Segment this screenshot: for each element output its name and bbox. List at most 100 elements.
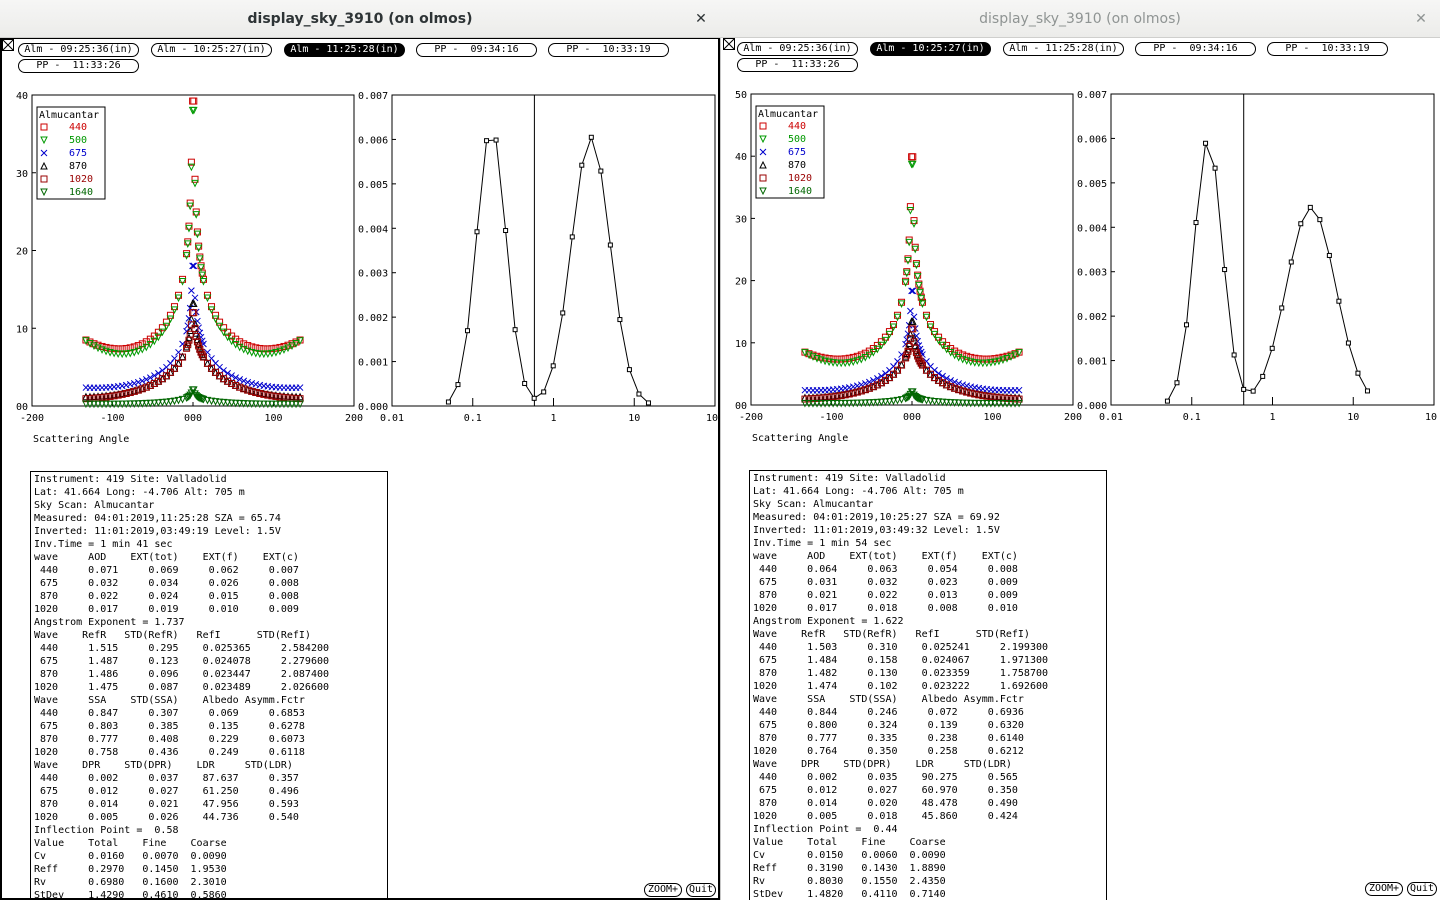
y-tick-label: 0.000: [1077, 401, 1107, 412]
window-title: display_sky_3910 (on olmos): [247, 10, 473, 27]
data-point: [196, 255, 204, 264]
title-bar[interactable]: display_sky_3910 (on olmos) ✕: [720, 0, 1440, 38]
y-tick-label: 0.001: [358, 358, 388, 369]
info-line: Inv.Time = 1 min 54 sec: [753, 538, 892, 549]
zoom-button[interactable]: ZOOM+: [1365, 882, 1403, 896]
info-line: 870 0.777 0.335 0.238 0.6140: [753, 733, 1024, 744]
legend-entry: 1640: [69, 187, 93, 198]
data-point: [897, 300, 906, 309]
series-440: [801, 153, 1023, 363]
data-point: [183, 240, 192, 248]
data-point: [909, 287, 917, 295]
info-line: Inv.Time = 1 min 41 sec: [34, 539, 173, 550]
sky-window-right: display_sky_3910 (on olmos) ✕ Alm - 09:2…: [720, 0, 1440, 900]
x-tick-label: 100: [983, 412, 1001, 423]
data-point: [162, 322, 171, 331]
x-tick-label: 0.01: [380, 413, 404, 424]
info-line: 1020 1.474 0.102 0.023222 1.692600: [753, 681, 1049, 692]
info-line: 440 1.515 0.295 0.025365 2.584200: [34, 643, 330, 654]
data-point: [588, 134, 594, 140]
data-point: [911, 245, 920, 254]
legend-entry: 1640: [788, 186, 812, 197]
data-point: [194, 244, 203, 253]
data-point: [1298, 221, 1304, 227]
info-line: Wave SSA STD(SSA) Albedo Asymm.Fctr: [34, 695, 305, 706]
sky-radiance-plot: 0010203040-200 -100 000 100 200Scattering An…: [16, 91, 718, 445]
data-point: [185, 224, 193, 233]
y-tick-label: 0.000: [358, 402, 388, 413]
client-area: Alm - 09:25:36(in) Alm - 10:25:27(in) Al…: [720, 38, 1440, 900]
data-point: [1015, 386, 1023, 394]
y-tick-label: 20: [735, 277, 747, 288]
data-point: [512, 327, 518, 333]
y-tick-label: 0.003: [1077, 268, 1107, 279]
legend-entry: 500: [69, 135, 87, 146]
window-title: display_sky_3910 (on olmos): [979, 10, 1181, 27]
title-bar[interactable]: display_sky_3910 (on olmos) ✕: [0, 0, 720, 38]
data-point: [191, 294, 199, 302]
info-line: 1020 0.017 0.019 0.010 0.009: [34, 604, 299, 615]
x-tick-label: -200: [20, 413, 44, 424]
x-tick-label: 1: [550, 413, 556, 424]
data-point: [531, 395, 537, 401]
info-line: Cv 0.0150 0.0060 0.0090: [753, 850, 946, 861]
data-point: [1307, 204, 1313, 210]
data-point: [455, 382, 461, 388]
legend-entry: 870: [788, 160, 806, 171]
y-tick-label: 50: [735, 90, 747, 101]
info-line: 1020 0.758 0.436 0.249 0.6118: [34, 747, 305, 758]
data-point: [550, 363, 556, 369]
legend-entry: 440: [69, 122, 87, 133]
info-line: 870 0.014 0.020 48.478 0.490: [753, 798, 1018, 809]
data-point: [189, 262, 196, 270]
info-line: Measured: 04:01:2019,10:25:27 SZA = 69.9…: [753, 512, 1000, 523]
close-icon[interactable]: ✕: [1412, 10, 1430, 28]
data-point: [191, 179, 199, 188]
y-tick-label: 20: [16, 247, 28, 258]
data-point: [1250, 388, 1256, 394]
series-1020: [82, 309, 304, 403]
sky-window-left: display_sky_3910 (on olmos) ✕ Alm - 09:2…: [0, 0, 720, 900]
info-line: Instrument: 419 Site: Valladolid: [753, 473, 946, 484]
info-line: StDev 1.4820 0.4110 0.7140: [753, 889, 946, 900]
quit-button[interactable]: Quit: [686, 883, 716, 897]
x-tick-label: -100: [819, 412, 843, 423]
x-axis-label: Scattering Angle: [33, 434, 129, 445]
x-tick-label: 0.1: [1183, 412, 1201, 423]
y-tick-label: 0.007: [1077, 90, 1107, 101]
x-tick-label: 000: [184, 413, 202, 424]
data-point: [1269, 345, 1275, 351]
info-line: Inverted: 11:01:2019,03:49:19 Level: 1.5…: [34, 526, 281, 537]
quit-button[interactable]: Quit: [1407, 882, 1437, 896]
x-tick-label: 1: [1269, 412, 1275, 423]
data-point: [126, 380, 134, 388]
info-line: 675 0.800 0.324 0.139 0.6320: [753, 720, 1024, 731]
info-line: Reff 0.3190 0.1430 1.8890: [753, 863, 946, 874]
y-tick-label: 00: [16, 402, 28, 413]
y-tick-label: 0.006: [358, 135, 388, 146]
data-point: [607, 242, 613, 248]
data-point: [1241, 386, 1247, 392]
info-line: wave AOD EXT(tot) EXT(f) EXT(c): [34, 552, 299, 563]
y-tick-label: 0.002: [1077, 312, 1107, 323]
info-line: StDev 1.4290 0.4610 0.5860: [34, 890, 227, 900]
inversion-info-panel: Instrument: 419 Site: Valladolid Lat: 41.…: [30, 471, 388, 900]
legend: Almucantar440 500 675 870 1020 1640: [36, 106, 106, 200]
zoom-button[interactable]: ZOOM+: [644, 883, 682, 897]
info-line: 1020 0.005 0.018 45.860 0.424: [753, 811, 1018, 822]
x-tick-label: -100: [100, 413, 124, 424]
x-tick-label: 100: [1425, 412, 1437, 423]
close-icon[interactable]: ✕: [692, 10, 710, 28]
data-point: [1345, 340, 1351, 346]
data-point: [248, 379, 256, 387]
data-point: [1174, 380, 1180, 386]
y-tick-label: 0.007: [358, 91, 388, 102]
y-tick-label: 30: [16, 169, 28, 180]
x-tick-label: 0.01: [1099, 412, 1123, 423]
x-tick-label: 200: [1064, 412, 1082, 423]
size-distribution-points: [445, 134, 651, 406]
info-line: 440 0.844 0.246 0.072 0.6936: [753, 707, 1024, 718]
psd-plot-frame: [391, 94, 716, 407]
info-line: 675 0.032 0.034 0.026 0.008: [34, 578, 299, 589]
data-point: [1279, 305, 1285, 311]
